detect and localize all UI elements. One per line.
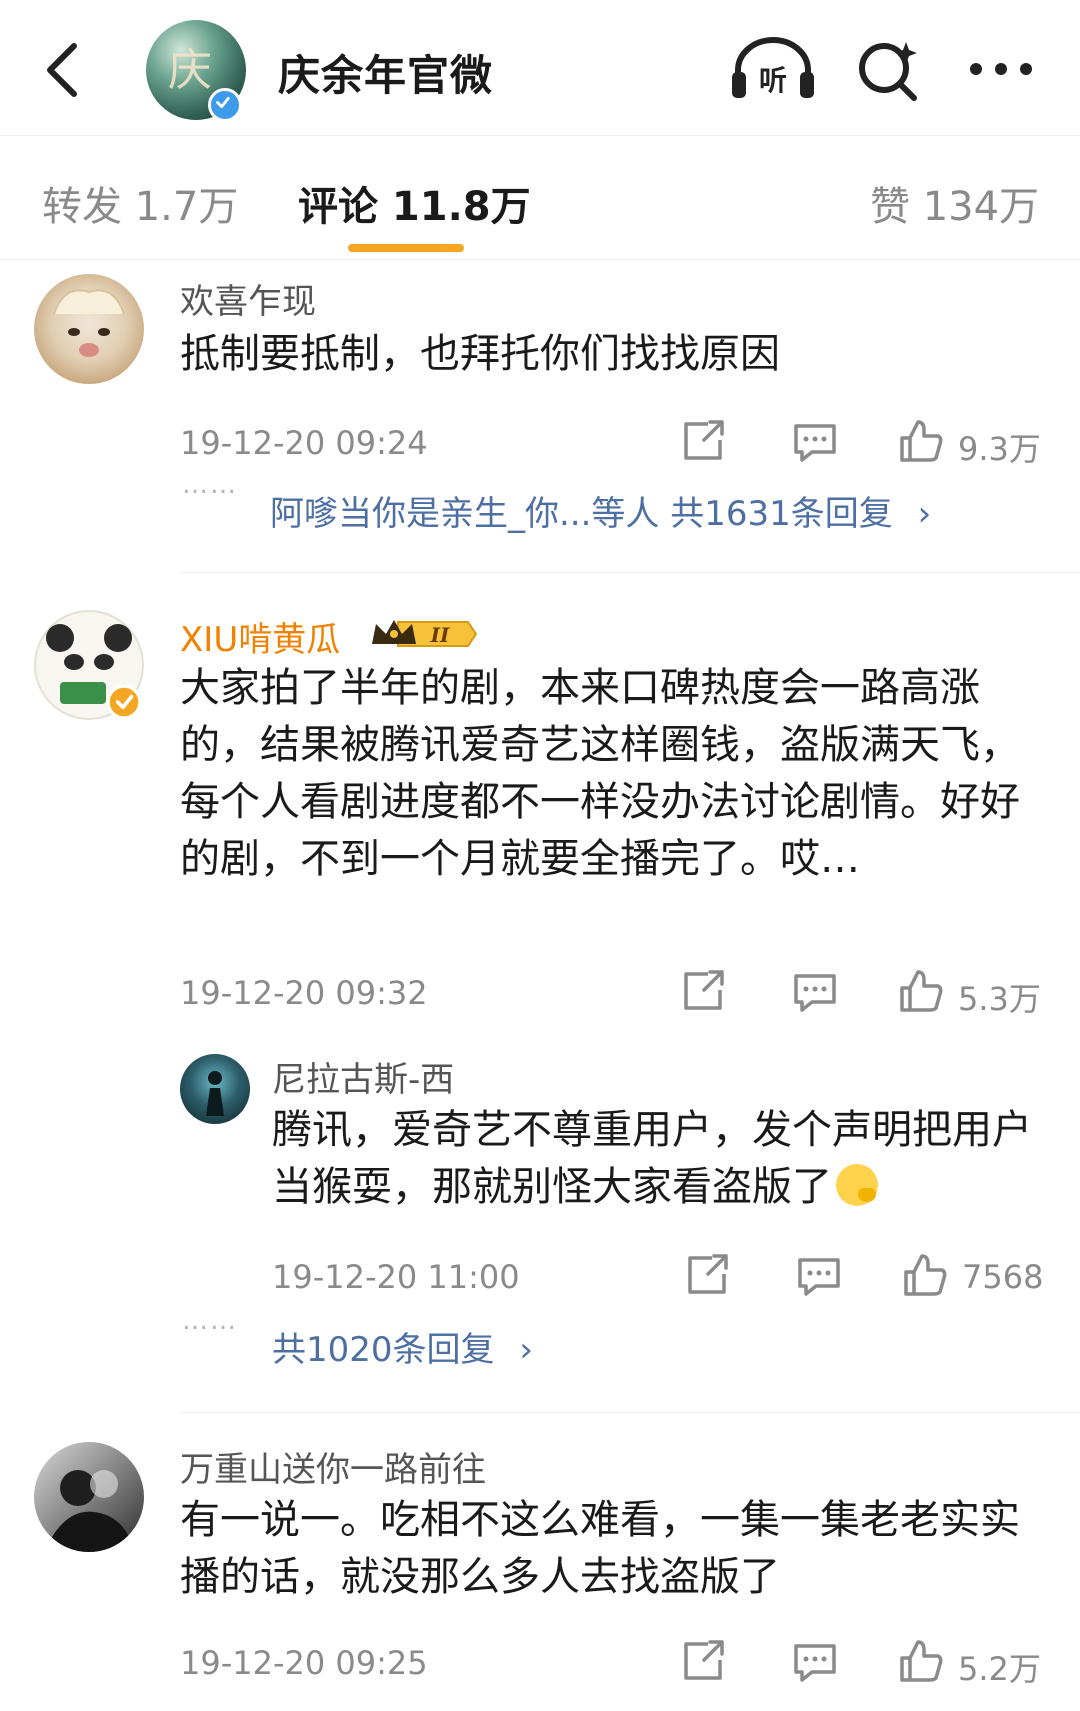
comment-timestamp: 19-12-20 09:32: [180, 974, 428, 1012]
reply-summary-link[interactable]: 阿嗲当你是亲生_你...等人 共1631条回复 ›: [270, 486, 931, 535]
avatar[interactable]: [34, 274, 144, 384]
comment-meta: 19-12-20 09:32 5.3万: [180, 966, 1050, 1018]
top-bar: 庆 庆余年官微 听: [0, 0, 1080, 136]
avatar-logo-art: 庆: [168, 45, 212, 96]
share-icon[interactable]: [678, 416, 728, 466]
comment-timestamp: 19-12-20 09:25: [180, 1644, 428, 1682]
vip-level: II: [430, 623, 450, 647]
comment-meta: 19-12-20 09:25 5.2万: [180, 1636, 1050, 1688]
like-icon[interactable]: [900, 1250, 950, 1300]
reply-meta: 19-12-20 11:00 7568: [272, 1250, 1052, 1300]
person-silhouette-icon: [206, 1071, 224, 1116]
reply-text: 腾讯，爱奇艺不尊重用户，发个声明把用户当猴耍，那就别怪大家看盗版了: [272, 1102, 1052, 1216]
tab-repost[interactable]: 转发 1.7万: [42, 174, 238, 232]
reply-text-body: 腾讯，爱奇艺不尊重用户，发个声明把用户当猴耍，那就别怪大家看盗版了: [272, 1107, 1032, 1210]
share-icon[interactable]: [682, 1250, 732, 1300]
comment-item: 欢喜乍现 抵制要抵制，也拜托你们找找原因 19-12-20 09:24 9.3万…: [0, 260, 1080, 564]
verified-icon: [208, 88, 242, 122]
like-icon[interactable]: [896, 966, 946, 1016]
comment-timestamp: 19-12-20 09:24: [180, 424, 428, 462]
tab-likes[interactable]: 赞 134万: [870, 174, 1039, 232]
animal-face-icon: [53, 289, 125, 357]
reply-summary-text: 共1020条回复: [272, 1330, 495, 1370]
avatar[interactable]: [180, 1054, 250, 1124]
back-icon[interactable]: [38, 40, 88, 100]
like-count: 7568: [962, 1258, 1044, 1296]
thinking-emoji-icon: [836, 1164, 878, 1206]
like-icon[interactable]: [896, 1636, 946, 1686]
like-icon[interactable]: [896, 416, 946, 466]
comment-username[interactable]: 万重山送你一路前往: [180, 1442, 486, 1491]
tab-comments[interactable]: 评论 11.8万: [298, 174, 531, 232]
portrait-icon: [44, 1470, 134, 1552]
like-count: 5.2万: [958, 1650, 1041, 1688]
comment-text: 抵制要抵制，也拜托你们找找原因: [180, 331, 780, 377]
comment-meta: 19-12-20 09:24 9.3万: [180, 416, 1050, 468]
share-icon[interactable]: [678, 1636, 728, 1686]
reply-summary-text: 阿嗲当你是亲生_你...等人 共1631条回复: [270, 494, 893, 534]
comment-icon[interactable]: [790, 416, 840, 466]
divider: [180, 1412, 1080, 1413]
avatar[interactable]: [34, 1442, 144, 1552]
reply-summary-link[interactable]: 共1020条回复 ›: [272, 1322, 533, 1371]
comment-item: XIU啃黄瓜 II 大家拍了半年的剧，本来口碑热度会一路高涨的，结果被腾讯爱奇艺…: [0, 600, 1080, 1400]
share-icon[interactable]: [678, 966, 728, 1016]
comment-item: 万重山送你一路前往 有一说一。吃相不这么难看，一集一集老老实实播的话，就没那么多…: [0, 1436, 1080, 1711]
comment-text: 大家拍了半年的剧，本来口碑热度会一路高涨的，结果被腾讯爱奇艺这样圈钱，盗版满天飞…: [180, 665, 1020, 882]
comment-username[interactable]: 欢喜乍现: [180, 274, 316, 323]
comment-tabs: 转发 1.7万 评论 11.8万 赞 134万: [0, 136, 1080, 260]
like-count: 9.3万: [958, 430, 1041, 468]
search-icon[interactable]: [856, 38, 922, 104]
reply-username[interactable]: 尼拉古斯-西: [272, 1052, 454, 1101]
chevron-right-icon: ›: [917, 494, 932, 534]
comment-icon[interactable]: [794, 1250, 844, 1300]
more-icon[interactable]: [966, 54, 1036, 84]
comment-text: 有一说一。吃相不这么难看，一集一集老老实实播的话，就没那么多人去找盗版了: [180, 1497, 1020, 1600]
listen-label: 听: [759, 64, 787, 97]
like-count: 5.3万: [958, 980, 1041, 1018]
reply-dots: ……: [182, 470, 238, 500]
active-tab-indicator: [348, 244, 464, 252]
comment-icon[interactable]: [790, 1636, 840, 1686]
reply-timestamp: 19-12-20 11:00: [272, 1258, 520, 1296]
verified-icon: [106, 684, 142, 720]
vip-crown-badge[interactable]: II: [368, 614, 478, 654]
chevron-right-icon: ›: [519, 1330, 533, 1370]
divider: [180, 572, 1080, 573]
account-name[interactable]: 庆余年官微: [278, 42, 493, 103]
listen-icon[interactable]: 听: [728, 32, 818, 102]
comment-username[interactable]: XIU啃黄瓜: [180, 612, 340, 661]
reply-dots: ……: [182, 1306, 238, 1336]
comment-icon[interactable]: [790, 966, 840, 1016]
